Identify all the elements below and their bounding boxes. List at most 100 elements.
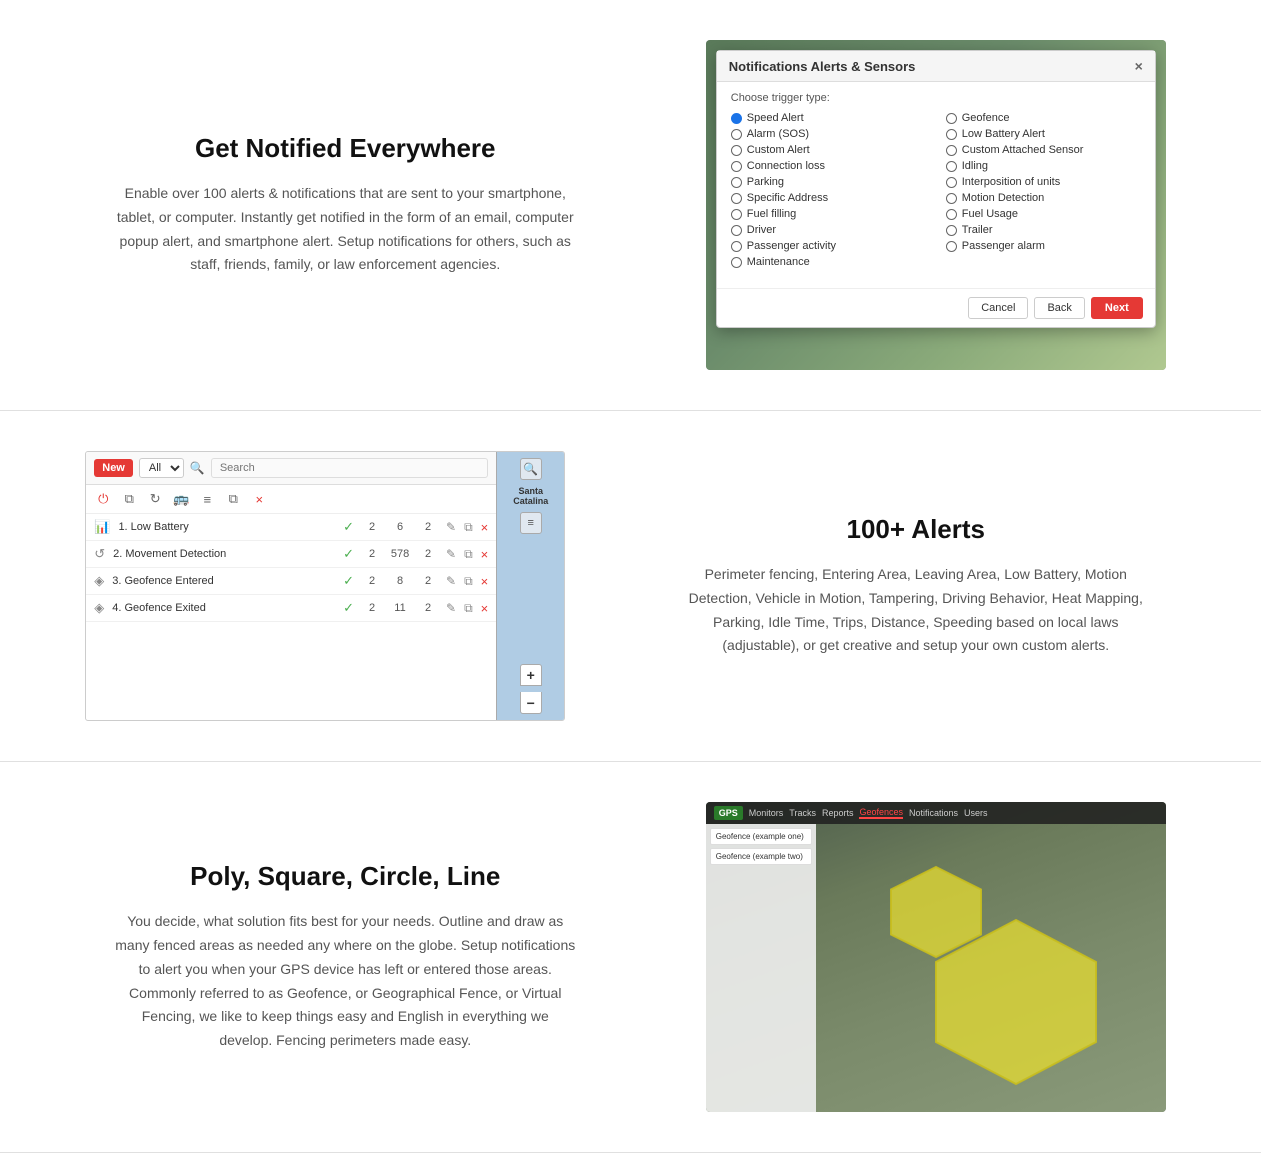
option-fuel-usage-label: Fuel Usage — [962, 208, 1018, 220]
radio-interposition[interactable] — [946, 177, 957, 188]
option-idling[interactable]: Idling — [946, 160, 1141, 172]
cancel-button[interactable]: Cancel — [968, 297, 1028, 319]
option-driver-label: Driver — [747, 224, 776, 236]
radio-driver[interactable] — [731, 225, 742, 236]
geo-sidebar-item-1[interactable]: Geofence (example one) — [710, 828, 812, 845]
alert-row-2-copy[interactable]: ⧉ — [464, 547, 473, 562]
radio-connection-loss[interactable] — [731, 161, 742, 172]
alert-row-4-copy[interactable]: ⧉ — [464, 601, 473, 616]
alert-row-1-edit[interactable]: ✎ — [446, 520, 456, 534]
section-geofence: Poly, Square, Circle, Line You decide, w… — [0, 762, 1261, 1153]
alert-search-input[interactable] — [211, 458, 488, 478]
option-trailer[interactable]: Trailer — [946, 224, 1141, 236]
alert-row-4-edit[interactable]: ✎ — [446, 601, 456, 615]
radio-custom-sensor[interactable] — [946, 145, 957, 156]
radio-passenger-alarm[interactable] — [946, 241, 957, 252]
geo-tab-geofences[interactable]: Geofences — [859, 807, 903, 819]
notifications-text-col: Get Notified Everywhere Enable over 100 … — [60, 113, 631, 297]
map-zoom-in-button[interactable]: + — [520, 664, 542, 686]
alert-row-3-delete[interactable]: × — [481, 574, 489, 589]
filter-select[interactable]: All — [139, 458, 184, 478]
radio-speed-alert[interactable] — [731, 113, 742, 124]
trigger-label: Choose trigger type: — [731, 92, 1141, 104]
alert-row-3-edit[interactable]: ✎ — [446, 574, 456, 588]
option-idling-label: Idling — [962, 160, 988, 172]
duplicate-icon[interactable]: ⧉ — [224, 490, 242, 508]
radio-specific-address[interactable] — [731, 193, 742, 204]
option-speed-alert[interactable]: Speed Alert — [731, 112, 926, 124]
option-fuel-usage[interactable]: Fuel Usage — [946, 208, 1141, 220]
refresh-icon[interactable]: ↻ — [146, 490, 164, 508]
geo-tab-monitors[interactable]: Monitors — [749, 808, 784, 818]
alert-row-1-check: ✓ — [343, 519, 354, 535]
geo-tab-notifications[interactable]: Notifications — [909, 808, 958, 818]
radio-trailer[interactable] — [946, 225, 957, 236]
map-layers-button[interactable]: ≡ — [520, 512, 542, 534]
option-custom-alert[interactable]: Custom Alert — [731, 144, 926, 156]
radio-custom-alert[interactable] — [731, 145, 742, 156]
radio-alarm[interactable] — [731, 129, 742, 140]
bus-icon[interactable]: 🚌 — [172, 490, 190, 508]
option-geofence[interactable]: Geofence — [946, 112, 1141, 124]
alert-row-3-icon: ◈ — [94, 573, 104, 589]
alert-row-2-name: 2. Movement Detection — [113, 548, 335, 560]
new-alert-button[interactable]: New — [94, 459, 133, 477]
alert-row-4-num3: 2 — [418, 602, 438, 614]
power-icon[interactable]: ⏻ — [94, 490, 112, 508]
option-driver[interactable]: Driver — [731, 224, 926, 236]
alert-row-4-icon: ◈ — [94, 600, 104, 616]
radio-low-battery[interactable] — [946, 129, 957, 140]
alert-row-3-copy[interactable]: ⧉ — [464, 574, 473, 589]
alert-row-3-num3: 2 — [418, 575, 438, 587]
notifications-image-col: Notifications Alerts & Sensors × Choose … — [671, 40, 1202, 370]
option-specific-address[interactable]: Specific Address — [731, 192, 926, 204]
option-custom-sensor-label: Custom Attached Sensor — [962, 144, 1084, 156]
back-button[interactable]: Back — [1034, 297, 1084, 319]
trigger-options-grid: Speed Alert Geofence Alarm (SOS) Lo — [731, 112, 1141, 268]
alert-row-2-num1: 2 — [362, 548, 382, 560]
geo-tab-users[interactable]: Users — [964, 808, 988, 818]
geo-tab-reports[interactable]: Reports — [822, 808, 854, 818]
dialog-close-icon[interactable]: × — [1135, 58, 1143, 74]
copy-icon[interactable]: ⧉ — [120, 490, 138, 508]
next-button[interactable]: Next — [1091, 297, 1143, 319]
option-connection-loss[interactable]: Connection loss — [731, 160, 926, 172]
option-low-battery[interactable]: Low Battery Alert — [946, 128, 1141, 140]
option-custom-sensor[interactable]: Custom Attached Sensor — [946, 144, 1141, 156]
option-parking[interactable]: Parking — [731, 176, 926, 188]
alert-row-2-delete[interactable]: × — [481, 547, 489, 562]
radio-maintenance[interactable] — [731, 257, 742, 268]
alert-row-1-delete[interactable]: × — [481, 520, 489, 535]
radio-fuel-filling[interactable] — [731, 209, 742, 220]
geo-sidebar-item-2[interactable]: Geofence (example two) — [710, 848, 812, 865]
section-alerts: 100+ Alerts Perimeter fencing, Entering … — [0, 411, 1261, 762]
radio-fuel-usage[interactable] — [946, 209, 957, 220]
option-passenger-activity[interactable]: Passenger activity — [731, 240, 926, 252]
radio-passenger-activity[interactable] — [731, 241, 742, 252]
option-alarm[interactable]: Alarm (SOS) — [731, 128, 926, 140]
delete-all-icon[interactable]: × — [250, 490, 268, 508]
option-motion-detection[interactable]: Motion Detection — [946, 192, 1141, 204]
notifications-description: Enable over 100 alerts & notifications t… — [115, 182, 575, 277]
alerts-description: Perimeter fencing, Entering Area, Leavin… — [686, 563, 1146, 658]
option-maintenance[interactable]: Maintenance — [731, 256, 926, 268]
option-passenger-alarm[interactable]: Passenger alarm — [946, 240, 1141, 252]
alert-row-2-check: ✓ — [343, 546, 354, 562]
radio-parking[interactable] — [731, 177, 742, 188]
radio-idling[interactable] — [946, 161, 957, 172]
alert-row-2-edit[interactable]: ✎ — [446, 547, 456, 561]
option-trailer-label: Trailer — [962, 224, 993, 236]
layers-icon[interactable]: ≡ — [198, 490, 216, 508]
option-interposition[interactable]: Interposition of units — [946, 176, 1141, 188]
option-fuel-filling[interactable]: Fuel filling — [731, 208, 926, 220]
map-zoom-out-button[interactable]: − — [520, 692, 542, 714]
alert-row-4-name: 4. Geofence Exited — [112, 602, 335, 614]
radio-geofence[interactable] — [946, 113, 957, 124]
alerts-title: 100+ Alerts — [651, 514, 1182, 545]
alert-row-1-copy[interactable]: ⧉ — [464, 520, 473, 535]
geo-tab-tracks[interactable]: Tracks — [789, 808, 816, 818]
map-search-button[interactable]: 🔍 — [520, 458, 542, 480]
geofence-text-col: Poly, Square, Circle, Line You decide, w… — [60, 841, 631, 1073]
alert-row-4-delete[interactable]: × — [481, 601, 489, 616]
radio-motion-detection[interactable] — [946, 193, 957, 204]
